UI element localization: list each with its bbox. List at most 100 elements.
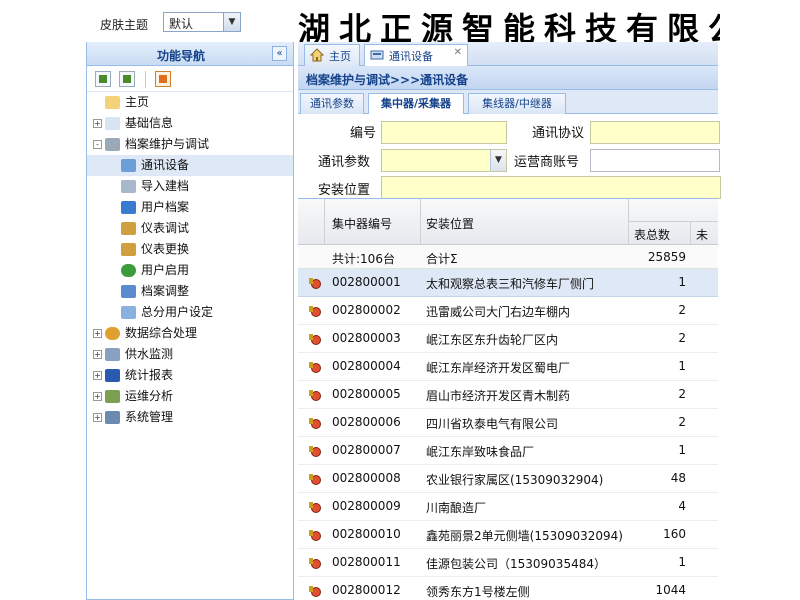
table-row[interactable]: 002800006 四川省玖泰电气有限公司 2 (298, 409, 718, 437)
sidebar-item[interactable]: - 档案维护与调试 (87, 134, 293, 155)
cell-id: 002800010 (332, 527, 401, 541)
col-header-unread[interactable]: 未 (696, 226, 708, 243)
report-icon (105, 369, 120, 382)
device-status-icon[interactable] (308, 501, 322, 513)
device-status-icon[interactable] (308, 417, 322, 429)
subtab-hub[interactable]: 集线器/中继器 (468, 93, 566, 114)
expand-icon[interactable]: + (93, 350, 102, 359)
sidebar-item[interactable]: 用户档案 (87, 197, 293, 218)
sidebar-title: 功能导航 (157, 49, 206, 63)
sidebar-item[interactable]: 通讯设备 (87, 155, 293, 176)
sidebar-item[interactable]: 仪表调试 (87, 218, 293, 239)
summary-row: 共计:106台 合计Σ 25859 (298, 245, 718, 269)
sidebar-item-label: 导入建档 (141, 179, 190, 193)
sidebar-item[interactable]: 用户启用 (87, 260, 293, 281)
sidebar-item[interactable]: + 数据综合处理 (87, 323, 293, 344)
cell-total: 1044 (655, 583, 686, 597)
theme-select[interactable]: 默认 ▼ (163, 12, 241, 32)
expand-icon[interactable]: + (93, 413, 102, 422)
operator-input[interactable] (590, 149, 720, 172)
sidebar-item[interactable]: 仪表更换 (87, 239, 293, 260)
monitor-icon (105, 348, 120, 361)
sidebar-item-label: 用户档案 (141, 200, 190, 214)
cell-total: 2 (678, 303, 686, 317)
table-row[interactable]: 002800011 佳源包装公司（15309035484） 1 (298, 549, 718, 577)
table-row[interactable]: 002800009 川南酿造厂 4 (298, 493, 718, 521)
params-select[interactable]: ▼ (381, 149, 507, 172)
location-input[interactable] (381, 176, 721, 199)
number-input[interactable] (381, 121, 507, 144)
subtab-comm-params[interactable]: 通讯参数 (300, 93, 364, 114)
chevron-down-icon[interactable]: ▼ (223, 13, 240, 31)
device-status-icon[interactable] (308, 305, 322, 317)
cell-total: 1 (678, 359, 686, 373)
collapse-icon[interactable]: « (272, 46, 287, 61)
sidebar-item-label: 总分用户设定 (141, 305, 214, 319)
device-icon (121, 159, 136, 172)
sidebar-item[interactable]: 档案调整 (87, 281, 293, 302)
filter-form: 编号 通讯协议 通讯参数 ▼ 运营商账号 安装位置 (298, 114, 721, 199)
device-icon (370, 50, 384, 60)
tab-comm-device[interactable]: 通讯设备 ✕ (364, 44, 468, 67)
expand-icon[interactable]: + (93, 329, 102, 338)
cell-id: 002800012 (332, 583, 401, 597)
bars-icon (121, 243, 136, 256)
table-row[interactable]: 002800004 岷江东岸经济开发区蜀电厂 1 (298, 353, 718, 381)
sidebar-item[interactable]: + 系统管理 (87, 407, 293, 428)
eye-icon (121, 264, 136, 277)
sidebar-item[interactable]: 总分用户设定 (87, 302, 293, 323)
tab-strip: 主页 通讯设备 ✕ (298, 42, 718, 67)
expand-all-icon[interactable] (95, 71, 111, 87)
device-status-icon[interactable] (308, 361, 322, 373)
sidebar-item[interactable]: + 统计报表 (87, 365, 293, 386)
device-status-icon[interactable] (308, 473, 322, 485)
tab-home-label: 主页 (329, 50, 351, 63)
device-status-icon[interactable] (308, 333, 322, 345)
device-status-icon[interactable] (308, 529, 322, 541)
sidebar-item[interactable]: + 基础信息 (87, 113, 293, 134)
collapse-icon[interactable]: - (93, 140, 102, 149)
summary-label: 合计Σ (426, 252, 458, 266)
close-icon[interactable]: ✕ (454, 47, 462, 58)
table-row[interactable]: 002800002 迅雷威公司大门右边车棚内 2 (298, 297, 718, 325)
import-icon (121, 180, 136, 193)
device-status-icon[interactable] (308, 277, 322, 289)
protocol-input[interactable] (590, 121, 720, 144)
expand-icon[interactable]: + (93, 371, 102, 380)
chevron-down-icon[interactable]: ▼ (490, 150, 506, 171)
device-status-icon[interactable] (308, 557, 322, 569)
table-row[interactable]: 002800005 眉山市经济开发区青木制药 2 (298, 381, 718, 409)
refresh-icon[interactable] (155, 71, 171, 87)
tab-home[interactable]: 主页 (304, 44, 360, 66)
expand-icon[interactable]: + (93, 119, 102, 128)
theme-label: 皮肤主题 (100, 18, 149, 32)
table-row[interactable]: 002800012 领秀东方1号楼左侧 1044 (298, 577, 718, 600)
sidebar-item[interactable]: + 运维分析 (87, 386, 293, 407)
device-status-icon[interactable] (308, 445, 322, 457)
collapse-all-icon[interactable] (119, 71, 135, 87)
col-header-location[interactable]: 安装位置 (426, 215, 474, 232)
table-row[interactable]: 002800008 农业银行家属区(15309032904) 48 (298, 465, 718, 493)
table-row[interactable]: 002800003 岷江东区东升齿轮厂区内 2 (298, 325, 718, 353)
sidebar-item[interactable]: + 供水监测 (87, 344, 293, 365)
table-row[interactable]: 002800007 岷江东岸致味食品厂 1 (298, 437, 718, 465)
sidebar-item[interactable]: 导入建档 (87, 176, 293, 197)
sidebar-item-label: 仪表更换 (141, 242, 190, 256)
summary-total: 25859 (647, 250, 686, 264)
cell-id: 002800003 (332, 331, 401, 345)
theme-select-value: 默认 (169, 17, 194, 31)
subtab-concentrator[interactable]: 集中器/采集器 (368, 93, 464, 114)
device-status-icon[interactable] (308, 389, 322, 401)
protocol-label: 通讯协议 (532, 126, 585, 141)
expand-icon[interactable]: + (93, 392, 102, 401)
cell-location: 川南酿造厂 (426, 501, 487, 515)
sidebar-item[interactable]: 主页 (87, 92, 293, 113)
col-header-id[interactable]: 集中器编号 (332, 215, 392, 232)
cell-location: 农业银行家属区(15309032904) (426, 473, 604, 487)
table-row[interactable]: 002800010 鑫苑丽景2单元侧墙(15309032094) 160 (298, 521, 718, 549)
sidebar-item-label: 基础信息 (125, 116, 174, 130)
table-row[interactable]: 002800001 太和观察总表三和汽修车厂侧门 1 (298, 269, 718, 297)
device-status-icon[interactable] (308, 585, 322, 597)
col-header-total[interactable]: 表总数 (634, 226, 670, 243)
settings-icon (105, 411, 120, 424)
